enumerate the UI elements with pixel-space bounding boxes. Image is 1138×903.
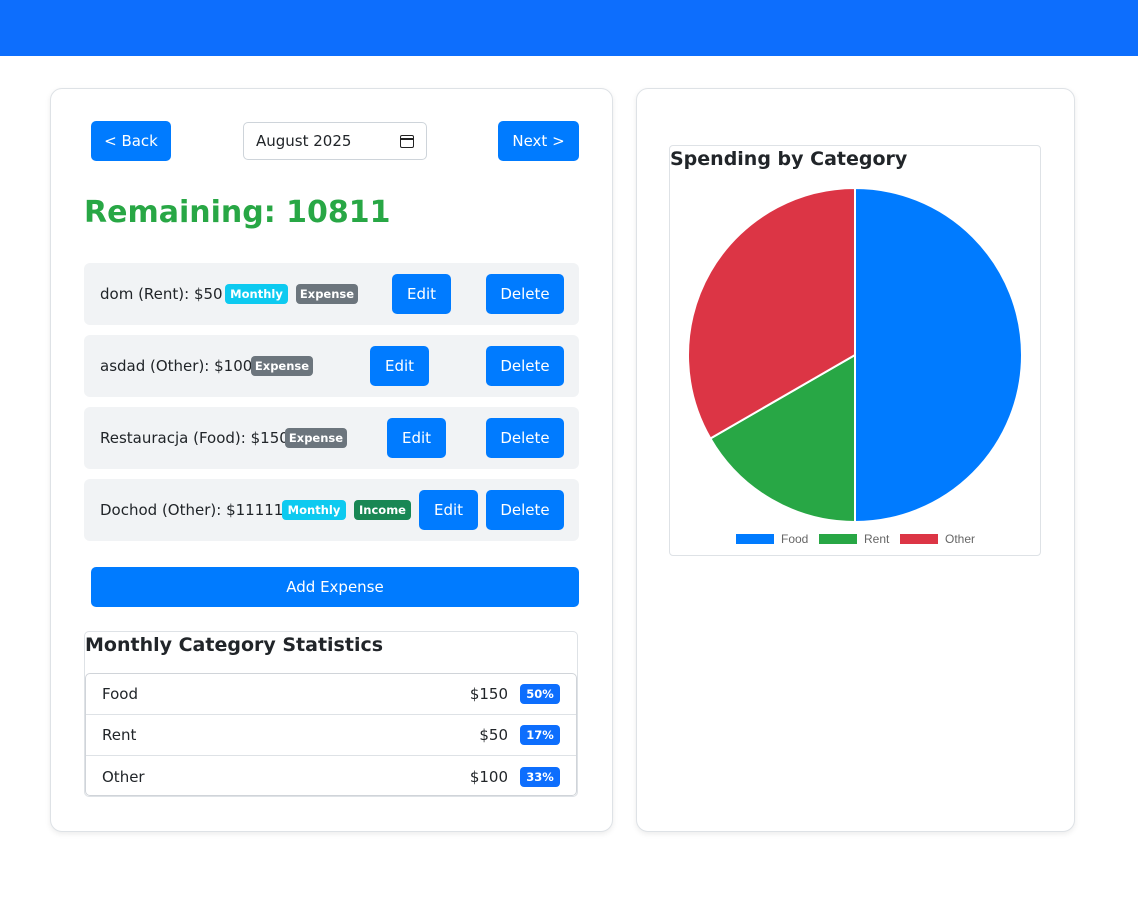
expense-item: asdad (Other): $100 Expense Edit Delete [84,335,579,397]
legend-label-food[interactable]: Food [781,532,808,546]
delete-button[interactable]: Delete [486,418,564,458]
stats-list: Food $150 50% Rent $50 17% Other $100 33… [85,673,577,796]
legend-swatch-rent [819,534,857,544]
income-badge: Income [354,500,411,520]
delete-button[interactable]: Delete [486,274,564,314]
expense-item: Restauracja (Food): $150 Expense Edit De… [84,407,579,469]
stat-percent-badge: 17% [520,725,560,745]
expense-text: asdad (Other): $100 [100,357,253,375]
stat-amount: $100 [469,767,508,786]
legend-swatch-other [900,534,938,544]
stat-category: Food [102,685,138,703]
stats-title: Monthly Category Statistics [85,634,384,656]
next-button[interactable]: Next > [498,121,579,161]
monthly-badge: Monthly [225,284,288,304]
expense-text: Dochod (Other): $11111 [100,501,284,519]
add-expense-button[interactable]: Add Expense [91,567,579,607]
delete-button[interactable]: Delete [486,490,564,530]
edit-button[interactable]: Edit [392,274,451,314]
legend-label-other[interactable]: Other [945,532,975,546]
category-stats-card: Monthly Category Statistics Food $150 50… [84,631,578,797]
stat-category: Other [102,767,145,786]
stat-amount: $50 [479,726,508,744]
stat-row: Rent $50 17% [86,715,576,756]
stat-category: Rent [102,726,137,744]
stat-row: Food $150 50% [86,674,576,715]
remaining-balance: Remaining: 10811 [84,195,391,230]
expense-text: Restauracja (Food): $150 [100,429,289,447]
expense-text: dom (Rent): $50 [100,285,223,303]
expense-badge: Expense [251,356,313,376]
stat-percent-badge: 50% [520,684,560,704]
stat-row: Other $100 33% [86,756,576,797]
delete-button[interactable]: Delete [486,346,564,386]
chart-panel: Spending by Category Food Rent Other [636,88,1075,832]
calendar-icon[interactable] [400,134,414,148]
back-button[interactable]: < Back [91,121,171,161]
month-value: August 2025 [256,132,352,150]
expense-badge: Expense [296,284,358,304]
month-picker[interactable]: August 2025 [243,122,427,160]
pie-slice-food[interactable] [854,186,1023,524]
legend-swatch-food [736,534,774,544]
top-navbar [0,0,1138,56]
pie-chart-card: Spending by Category Food Rent Other [669,145,1041,556]
edit-button[interactable]: Edit [387,418,446,458]
monthly-badge: Monthly [282,500,346,520]
stat-percent-badge: 33% [520,766,560,787]
expense-badge: Expense [285,428,347,448]
legend-label-rent[interactable]: Rent [864,532,890,546]
budget-panel: < Back August 2025 Next > Remaining: 108… [50,88,613,832]
stat-amount: $150 [469,685,508,703]
edit-button[interactable]: Edit [370,346,429,386]
pie-chart: Food Rent Other [687,186,1023,546]
expense-item: dom (Rent): $50 Monthly Expense Edit Del… [84,263,579,325]
edit-button[interactable]: Edit [419,490,478,530]
expense-item: Dochod (Other): $11111 Monthly Income Ed… [84,479,579,541]
